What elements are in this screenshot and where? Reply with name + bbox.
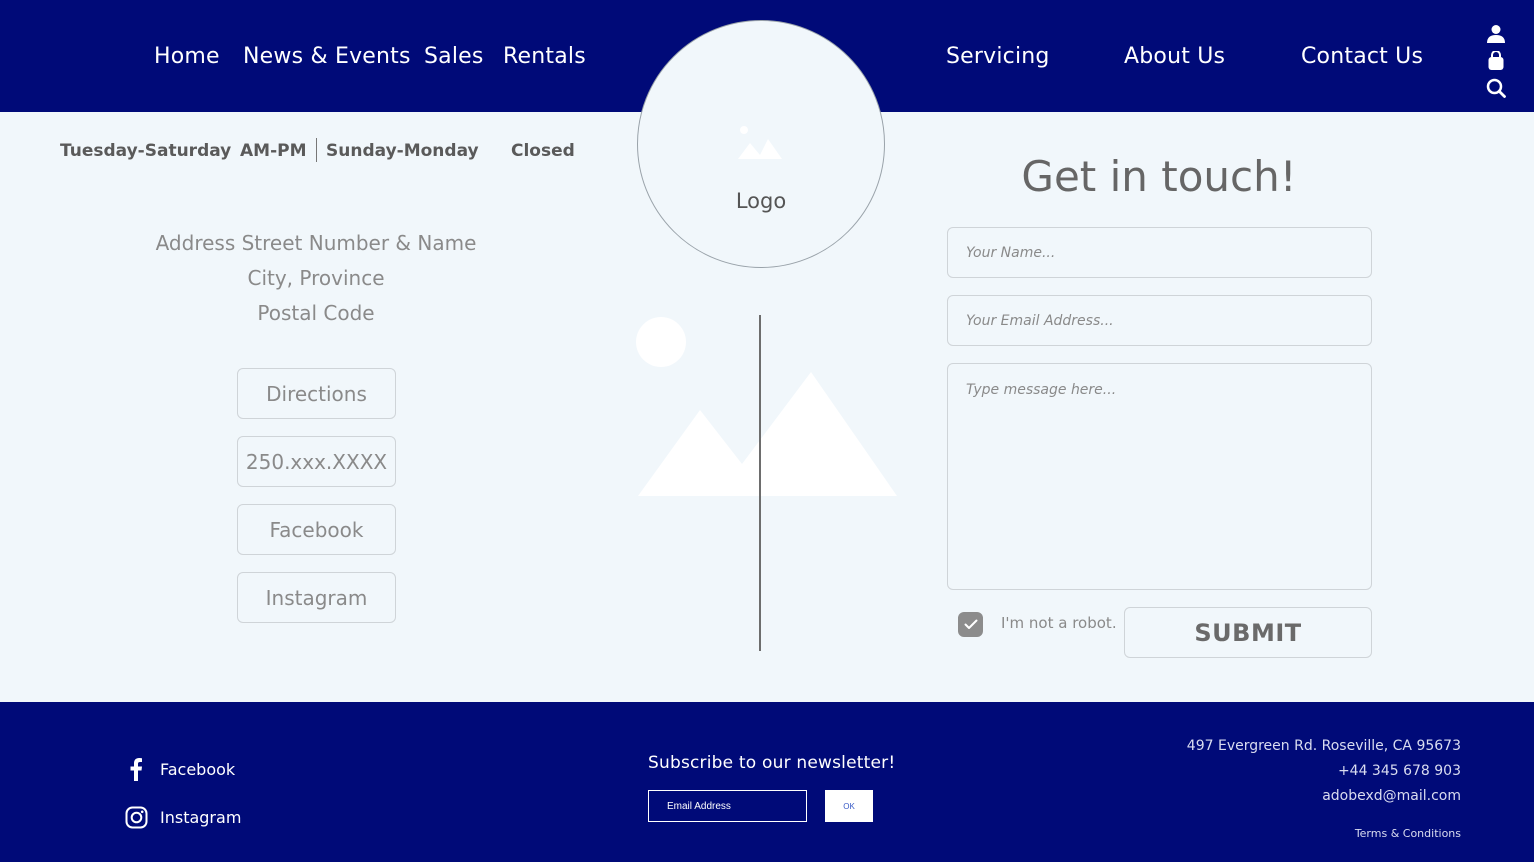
nav-servicing[interactable]: Servicing: [946, 44, 1050, 69]
nav-news-events[interactable]: News & Events: [243, 44, 411, 69]
address-line-1: Address Street Number & Name: [155, 231, 477, 255]
footer-instagram-link[interactable]: Instagram: [124, 805, 241, 829]
footer-instagram-label: Instagram: [160, 807, 242, 827]
instagram-button[interactable]: Instagram: [237, 572, 396, 623]
facebook-button[interactable]: Facebook: [237, 504, 396, 555]
nav-rentals[interactable]: Rentals: [503, 44, 586, 69]
email-input[interactable]: [947, 295, 1372, 346]
name-input[interactable]: [947, 227, 1372, 278]
footer-facebook-link[interactable]: Facebook: [124, 757, 235, 781]
vertical-divider: [759, 315, 761, 651]
newsletter-email-input[interactable]: [648, 790, 807, 822]
hours-weekend-days: Sunday-Monday: [326, 141, 479, 161]
robot-checkbox[interactable]: [958, 612, 983, 637]
footer-address: 497 Evergreen Rd. Roseville, CA 95673: [1186, 738, 1461, 754]
directions-button[interactable]: Directions: [237, 368, 396, 419]
newsletter-title: Subscribe to our newsletter!: [648, 753, 896, 773]
submit-button[interactable]: SUBMIT: [1124, 607, 1372, 658]
image-placeholder-icon: [738, 126, 782, 159]
address-line-2: City, Province: [247, 266, 385, 290]
message-textarea[interactable]: [947, 363, 1372, 590]
nav-contact-us[interactable]: Contact Us: [1301, 44, 1423, 69]
checkmark-icon: [964, 619, 977, 629]
logo-label: Logo: [735, 189, 787, 213]
hours-weekday-time: AM-PM: [240, 141, 307, 161]
robot-label: I'm not a robot.: [1001, 614, 1117, 632]
address-line-3: Postal Code: [257, 301, 375, 325]
footer-email[interactable]: adobexd@mail.com: [1322, 788, 1461, 804]
site-footer: [0, 702, 1534, 862]
nav-about-us[interactable]: About Us: [1124, 44, 1225, 69]
hours-weekday-days: Tuesday-Saturday: [60, 141, 232, 161]
newsletter-ok-button[interactable]: OK: [825, 790, 873, 822]
hours-weekend-status: Closed: [511, 141, 575, 161]
nav-sales[interactable]: Sales: [424, 44, 484, 69]
user-icon[interactable]: [1484, 23, 1508, 45]
nav-home[interactable]: Home: [154, 44, 220, 69]
phone-button[interactable]: 250.xxx.XXXX: [237, 436, 396, 487]
form-title: Get in touch!: [1021, 152, 1297, 201]
logo[interactable]: Logo: [637, 20, 885, 268]
hours-divider: [316, 138, 317, 162]
image-placeholder: [636, 317, 897, 496]
footer-facebook-label: Facebook: [160, 759, 236, 779]
search-icon[interactable]: [1484, 77, 1508, 99]
footer-phone: +44 345 678 903: [1337, 763, 1461, 779]
instagram-icon: [124, 805, 148, 829]
facebook-icon: [124, 757, 148, 781]
shopping-bag-icon[interactable]: [1484, 50, 1508, 72]
terms-link[interactable]: Terms & Conditions: [1355, 827, 1461, 840]
